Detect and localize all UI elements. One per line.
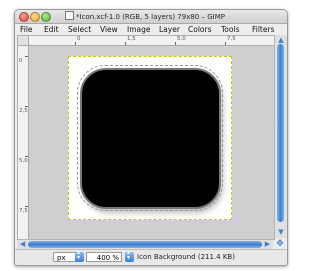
menu-edit[interactable]: Edit [44,25,59,34]
unit-stepper[interactable] [75,249,84,262]
document-icon [65,11,74,20]
image-boundary[interactable] [68,56,232,220]
vruler-tick [25,206,28,207]
scroll-down-arrow[interactable]: ▼ [276,228,286,236]
title-bar[interactable]: *Icon.xcf-1.0 (RGB, 5 layers) 79x80 – GI… [15,10,287,24]
zoom-field[interactable]: 400 % [86,252,122,262]
vertical-ruler[interactable]: 0 2,5 5,0 7,5 [18,46,29,239]
menu-filters[interactable]: Filters [252,25,274,34]
status-bar: px 400 % Icon Background (211.4 KB) [15,249,287,265]
menu-tools[interactable]: Tools [221,25,239,34]
vruler-tick [25,106,28,107]
horizontal-scroll-thumb[interactable] [28,241,262,248]
icon-background-shape [80,68,221,209]
minimize-button[interactable] [30,12,40,22]
quick-mask-toggle[interactable] [18,36,29,46]
menu-select[interactable]: Select [68,25,91,34]
vertical-scrollbar[interactable]: ▲ ▼ [274,35,287,238]
navigate-icon[interactable]: ✥ [275,239,285,249]
hruler-tick [75,42,76,45]
scroll-right-arrow[interactable]: ▶ [263,240,272,249]
hruler-label: 7,5 [227,36,236,42]
vruler-tick [25,56,28,57]
gimp-image-window: *Icon.xcf-1.0 (RGB, 5 layers) 79x80 – GI… [14,9,288,266]
canvas-area: 0 1,5 5,0 7,5 0 2,5 5,0 7,5 [17,35,275,240]
window-title-text: *Icon.xcf-1.0 (RGB, 5 layers) 79x80 – GI… [76,13,225,21]
vruler-tick [25,156,28,157]
window-title: *Icon.xcf-1.0 (RGB, 5 layers) 79x80 – GI… [65,11,225,21]
vruler-label: 0 [19,58,23,64]
hruler-tick [225,42,226,45]
zoom-stepper[interactable] [125,249,134,262]
vruler-label: 2,5 [19,108,28,114]
zoom-button[interactable] [41,12,51,22]
vertical-scroll-thumb[interactable] [277,44,284,222]
horizontal-ruler[interactable]: 0 1,5 5,0 7,5 [29,36,274,46]
scroll-up-arrow[interactable]: ▲ [276,36,286,44]
hruler-label: 0 [77,36,81,42]
menu-bar: File Edit Select View Image Layer Colors… [15,24,287,35]
menu-layer[interactable]: Layer [159,25,180,34]
scroll-left-arrow[interactable]: ◀ [18,240,27,249]
close-button[interactable] [19,12,29,22]
hruler-tick [175,42,176,45]
hruler-tick [125,42,126,45]
hruler-label: 1,5 [127,36,136,42]
vruler-label: 7,5 [19,208,28,214]
menu-image[interactable]: Image [127,25,151,34]
image-canvas[interactable] [29,46,274,239]
active-layer-info: Icon Background (211.4 KB) [137,253,235,261]
horizontal-scrollbar[interactable]: ◀ ▶ [17,239,273,249]
zoom-value: 400 % [96,254,119,262]
menu-colors[interactable]: Colors [188,25,212,34]
menu-file[interactable]: File [20,25,33,34]
unit-value: px [57,254,66,262]
menu-view[interactable]: View [100,25,118,34]
hruler-label: 5,0 [177,36,186,42]
vruler-label: 5,0 [19,158,28,164]
